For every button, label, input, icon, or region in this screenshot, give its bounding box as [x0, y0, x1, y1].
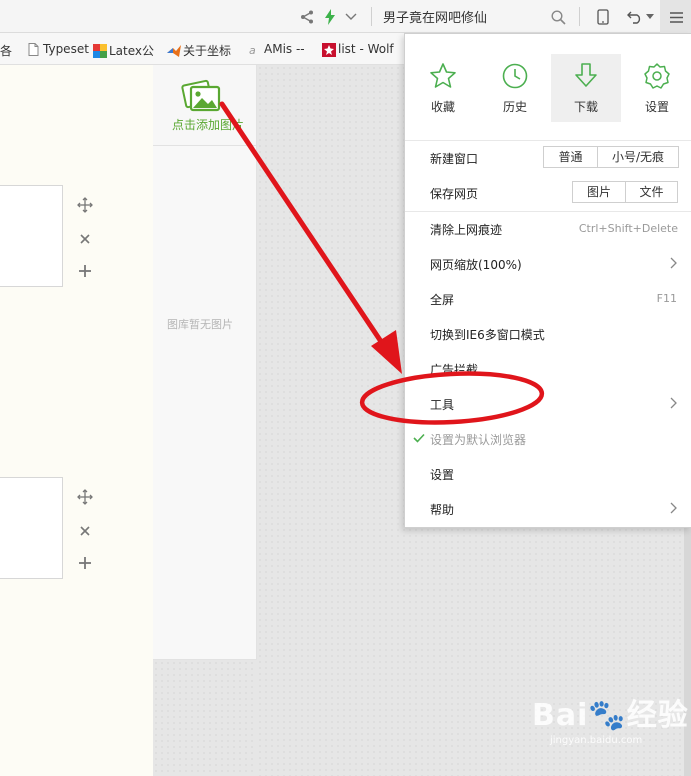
- menu-item-default-browser[interactable]: 设置为默认浏览器: [405, 421, 691, 456]
- bookmark-item[interactable]: 关于坐标: [167, 42, 231, 59]
- menu-item-label: 广告拦截: [430, 363, 479, 377]
- menu-item-fullscreen[interactable]: 全屏 F11: [405, 281, 691, 316]
- gallery-empty-text: 图库暂无图片: [167, 318, 233, 331]
- chevron-down-icon[interactable]: [342, 8, 360, 26]
- colorful-logo-icon: [93, 44, 107, 58]
- toolbar-divider: [371, 7, 372, 26]
- page-background: [153, 660, 257, 776]
- bookmark-item[interactable]: a AMis --: [248, 42, 305, 57]
- menu-item-settings[interactable]: 设置: [405, 456, 691, 491]
- bookmark-label: AMis --: [264, 42, 305, 56]
- watermark-url: jingyan.baidu.com: [550, 735, 643, 746]
- menu-item-shortcut: Ctrl+Shift+Delete: [578, 222, 678, 235]
- menu-item-label: 全屏: [430, 293, 455, 307]
- watermark-brand: Bai: [532, 698, 589, 733]
- menu-item-label: 帮助: [430, 503, 455, 517]
- save-page-options: 图片 文件: [572, 181, 678, 203]
- bookmark-label: list - Wolf: [338, 42, 394, 56]
- save-as-image-button[interactable]: 图片: [573, 182, 625, 202]
- history-button[interactable]: 历史: [480, 54, 550, 122]
- plus-icon[interactable]: [76, 554, 94, 572]
- menu-item-label: 网页缩放(100%): [430, 258, 522, 272]
- wolfram-icon: [322, 42, 336, 57]
- downloads-button[interactable]: 下载: [551, 54, 621, 122]
- gear-icon: [644, 63, 670, 89]
- baidu-watermark: Bai🐾经验: [532, 690, 689, 734]
- bookmark-label: 各: [0, 44, 13, 58]
- checkmark-icon: [413, 433, 425, 443]
- settings-button[interactable]: 设置: [622, 54, 691, 122]
- move-icon[interactable]: [76, 196, 94, 214]
- a-logo-icon: a: [248, 43, 261, 57]
- clock-icon: [502, 63, 528, 89]
- menu-item-label: 新建窗口: [430, 152, 479, 166]
- menu-item-label: 设置为默认浏览器: [430, 433, 527, 447]
- menu-item-ie6-mode[interactable]: 切换到IE6多窗口模式: [405, 316, 691, 351]
- bookmark-label: 关于坐标: [183, 44, 232, 58]
- paw-icon: 🐾: [588, 698, 627, 733]
- matlab-icon: [167, 44, 181, 57]
- image-gallery-panel: [153, 145, 257, 660]
- search-box-text[interactable]: 男子竟在网吧修仙: [383, 7, 487, 26]
- image-slot-card[interactable]: [0, 477, 63, 579]
- menu-item-new-window: 新建窗口 普通 小号/无痕: [405, 140, 691, 175]
- bookmark-label: Latex公: [109, 44, 155, 58]
- star-icon: [430, 63, 456, 88]
- close-icon[interactable]: [76, 522, 94, 540]
- search-icon[interactable]: [549, 8, 567, 26]
- hamburger-icon: [667, 8, 685, 26]
- add-image-button[interactable]: [153, 65, 257, 145]
- menu-item-ad-block[interactable]: 广告拦截: [405, 351, 691, 386]
- menu-item-label: 清除上网痕迹: [430, 223, 503, 237]
- menu-item-zoom[interactable]: 网页缩放(100%): [405, 246, 691, 281]
- quick-action-label: 收藏: [430, 100, 455, 114]
- bookmark-item[interactable]: Typeset: [27, 42, 89, 56]
- menu-item-help[interactable]: 帮助: [405, 491, 691, 526]
- chevron-right-icon: [670, 397, 677, 409]
- quick-action-label: 下载: [573, 100, 598, 114]
- main-menu-button[interactable]: [660, 0, 691, 33]
- toolbar-divider: [579, 7, 580, 26]
- main-menu-dropdown: 收藏 历史 下载 设置 新建窗口 普通 小号/无痕 保存网页 图片 文件 清除上…: [404, 33, 691, 528]
- menu-item-label: 保存网页: [430, 187, 479, 201]
- menu-item-label: 工具: [430, 398, 455, 412]
- bookmark-item[interactable]: Latex公: [93, 42, 154, 59]
- chevron-down-icon[interactable]: [645, 8, 655, 26]
- bookmarks-button[interactable]: 收藏: [408, 54, 478, 122]
- menu-item-tools[interactable]: 工具: [405, 386, 691, 421]
- lightning-icon[interactable]: [321, 8, 339, 26]
- undo-icon[interactable]: [626, 8, 644, 26]
- new-window-options: 普通 小号/无痕: [543, 146, 679, 168]
- bookmark-item[interactable]: 各: [0, 42, 12, 59]
- menu-item-save-page: 保存网页 图片 文件: [405, 175, 691, 210]
- new-private-window-button[interactable]: 小号/无痕: [597, 147, 678, 167]
- browser-toolbar: 男子竟在网吧修仙: [0, 0, 691, 33]
- page-content-area: [0, 65, 153, 776]
- save-as-file-button[interactable]: 文件: [625, 182, 677, 202]
- bookmark-item[interactable]: list - Wolf: [322, 42, 394, 57]
- close-icon[interactable]: [76, 230, 94, 248]
- share-icon[interactable]: [298, 8, 316, 26]
- scrollbar[interactable]: [684, 528, 691, 776]
- image-slot-card[interactable]: [0, 185, 63, 287]
- add-image-label[interactable]: 点击添加图片: [172, 116, 244, 133]
- menu-item-label: 设置: [430, 468, 455, 482]
- move-icon[interactable]: [76, 488, 94, 506]
- menu-item-label: 切换到IE6多窗口模式: [430, 328, 545, 342]
- watermark-brand-suffix: 经验: [626, 698, 689, 733]
- menu-item-shortcut: F11: [656, 292, 677, 305]
- tablet-icon[interactable]: [594, 8, 612, 26]
- chevron-right-icon: [670, 502, 677, 514]
- download-icon: [575, 63, 597, 87]
- chevron-right-icon: [670, 257, 677, 269]
- add-image-icon: [180, 79, 222, 116]
- plus-icon[interactable]: [76, 262, 94, 280]
- menu-item-clear-history[interactable]: 清除上网痕迹 Ctrl+Shift+Delete: [405, 211, 691, 246]
- bookmark-label: Typeset: [43, 42, 89, 56]
- new-normal-window-button[interactable]: 普通: [544, 147, 597, 167]
- quick-action-label: 设置: [644, 100, 669, 114]
- quick-action-label: 历史: [502, 100, 527, 114]
- page-icon: [27, 42, 40, 56]
- svg-text:a: a: [249, 44, 256, 56]
